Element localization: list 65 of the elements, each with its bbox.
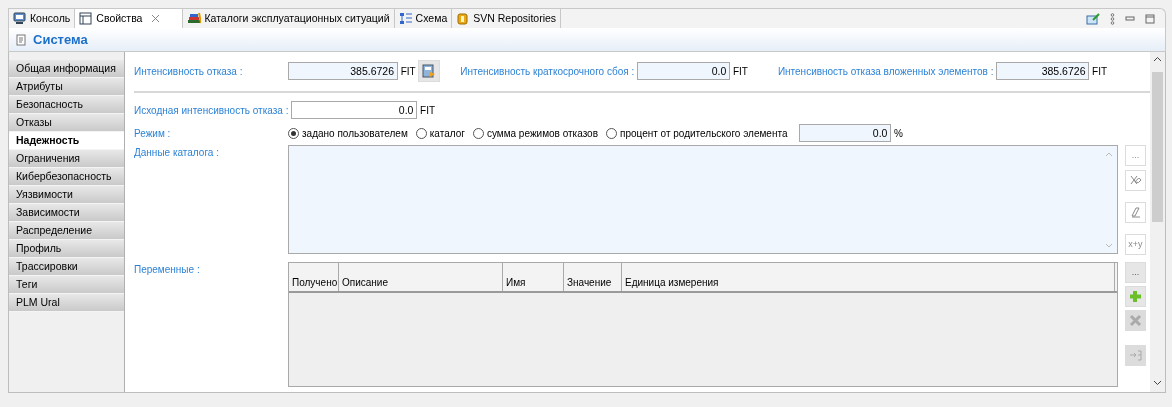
scrollbar-thumb[interactable] bbox=[1152, 72, 1163, 222]
eraser-icon bbox=[1129, 206, 1142, 219]
cylinder-icon bbox=[456, 12, 471, 25]
field-label: Режим : bbox=[134, 126, 172, 141]
column-header[interactable]: Описание bbox=[339, 263, 503, 291]
radio-option[interactable]: процент от родительского элемента bbox=[606, 125, 788, 141]
unit-label: FIT bbox=[420, 103, 436, 118]
field-label: Интенсивность краткосрочного сбоя : bbox=[460, 64, 636, 79]
number-field[interactable]: 0.0 bbox=[291, 101, 418, 119]
scroll-up-icon[interactable] bbox=[1153, 56, 1162, 62]
sidebar-tab[interactable]: Теги bbox=[9, 276, 124, 294]
number-field[interactable]: 0.0 bbox=[637, 62, 731, 80]
unit-label: FIT bbox=[732, 64, 748, 79]
field-label: Интенсивность отказа : bbox=[134, 64, 244, 79]
maximize-icon[interactable] bbox=[1145, 13, 1155, 24]
sidebar-tab[interactable]: Распределение bbox=[9, 222, 124, 240]
close-icon[interactable] bbox=[151, 14, 161, 23]
plus-icon bbox=[1129, 290, 1142, 303]
sidebar-tab[interactable]: Надежность bbox=[9, 132, 124, 150]
sidebar-tab[interactable]: PLM Ural bbox=[9, 294, 124, 312]
more-button[interactable]: ... bbox=[1125, 262, 1146, 283]
column-header[interactable]: Получено bbox=[289, 263, 339, 291]
minimize-icon[interactable] bbox=[1125, 13, 1135, 24]
number-field[interactable]: 0.0 bbox=[799, 124, 892, 142]
link-icon bbox=[1129, 174, 1142, 187]
add-button[interactable] bbox=[1125, 286, 1146, 307]
sidebar-tab[interactable]: Атрибуты bbox=[9, 78, 124, 96]
new-window-icon[interactable] bbox=[1086, 12, 1100, 25]
menu-icon[interactable] bbox=[1110, 12, 1115, 25]
sidebar-tab[interactable]: Отказы bbox=[9, 114, 124, 132]
number-field[interactable]: 385.6726 bbox=[288, 62, 398, 80]
unit-label: FIT bbox=[400, 64, 416, 79]
radio-option[interactable]: каталог bbox=[415, 125, 465, 141]
books-icon bbox=[187, 12, 202, 25]
sidebar-tab[interactable]: Общая информация bbox=[9, 60, 124, 78]
sidebar-tab[interactable]: Ограничения bbox=[9, 150, 124, 168]
column-header[interactable]: Единица измерения bbox=[622, 263, 1115, 291]
column-header[interactable]: Значение bbox=[564, 263, 622, 291]
sidebar-tab[interactable]: Кибербезопасность bbox=[9, 168, 124, 186]
sidebar-tab[interactable]: Уязвимости bbox=[9, 186, 124, 204]
field-label: Исходная интенсивность отказа : bbox=[134, 103, 290, 118]
document-icon bbox=[16, 33, 27, 46]
field-label: Переменные : bbox=[134, 263, 201, 277]
sidebar-tab[interactable]: Зависимости bbox=[9, 204, 124, 222]
scroll-down-icon[interactable] bbox=[1153, 380, 1162, 386]
calculator-button[interactable] bbox=[418, 60, 441, 82]
field-label: Интенсивность отказа вложенных элементов : bbox=[777, 64, 995, 79]
unit-label: FIT bbox=[1092, 64, 1108, 79]
sidebar-tab[interactable]: Трассировки bbox=[9, 258, 124, 276]
field-label: Данные каталога : bbox=[134, 146, 220, 160]
outline-icon bbox=[398, 12, 413, 25]
column-header[interactable]: Имя bbox=[503, 263, 564, 291]
calculator-icon bbox=[422, 64, 437, 78]
unit-label: % bbox=[894, 126, 903, 141]
sidebar-tab[interactable]: Безопасность bbox=[9, 96, 124, 114]
monitor-icon bbox=[13, 12, 27, 25]
table-icon bbox=[79, 12, 94, 25]
sidebar-tab[interactable]: Профиль bbox=[9, 240, 124, 258]
radio-option[interactable]: задано пользователем bbox=[288, 125, 408, 141]
close-icon bbox=[1129, 314, 1142, 327]
radio-option[interactable]: сумма режимов отказов bbox=[472, 125, 598, 141]
tab[interactable]: Свойства bbox=[75, 9, 184, 28]
panel-title: Система bbox=[33, 30, 88, 49]
import-icon bbox=[1129, 349, 1142, 362]
number-field[interactable]: 385.6726 bbox=[996, 62, 1090, 80]
